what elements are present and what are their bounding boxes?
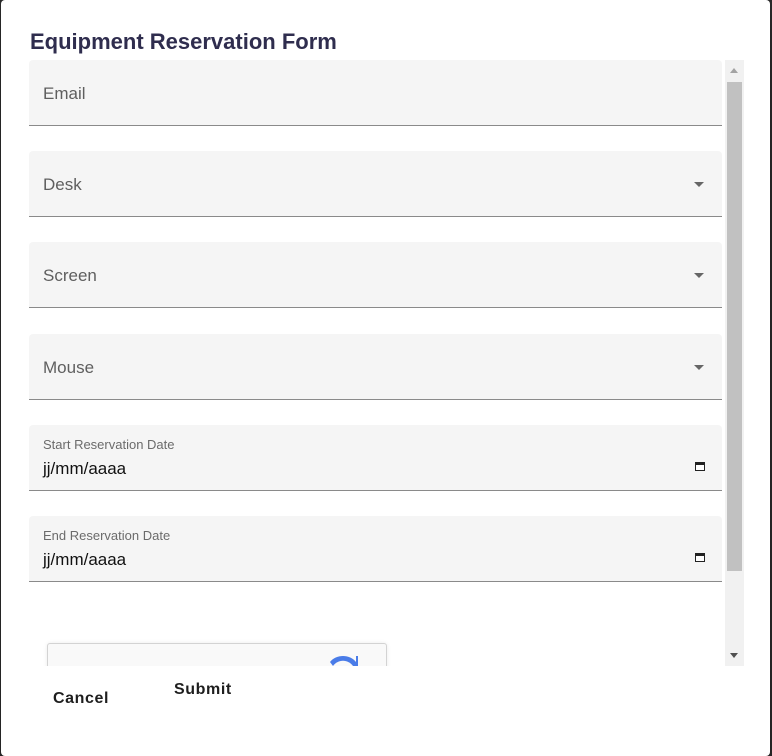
desk-select[interactable]: Desk — [29, 151, 722, 217]
start-date-label: Start Reservation Date — [43, 437, 175, 452]
end-date-input[interactable]: jj/mm/aaaa — [43, 550, 126, 570]
end-date-label: End Reservation Date — [43, 528, 171, 543]
dialog-title: Equipment Reservation Form — [30, 29, 337, 54]
submit-button[interactable]: Submit — [174, 681, 232, 699]
email-label: Email — [43, 84, 86, 103]
desk-label: Desk — [43, 175, 82, 194]
screen-label: Screen — [43, 266, 97, 285]
reservation-dialog: Equipment Reservation Form Email Desk Sc… — [1, 0, 770, 756]
calendar-icon[interactable] — [695, 553, 705, 562]
scroll-up-arrow-icon[interactable] — [730, 68, 738, 73]
dropdown-arrow-icon — [694, 273, 704, 278]
calendar-icon[interactable] — [695, 462, 705, 471]
dropdown-arrow-icon — [694, 365, 704, 370]
form-content[interactable]: Email Desk Screen Mouse Start Reservatio… — [29, 60, 744, 666]
email-field[interactable]: Email — [29, 60, 722, 126]
start-date-field[interactable]: Start Reservation Date jj/mm/aaaa — [29, 425, 722, 491]
dropdown-arrow-icon — [694, 182, 704, 187]
recaptcha-logo-icon — [330, 656, 358, 666]
scroll-thumb[interactable] — [727, 82, 742, 571]
scroll-down-arrow-icon[interactable] — [730, 653, 738, 658]
form-scrollbar[interactable] — [725, 60, 744, 666]
start-date-input[interactable]: jj/mm/aaaa — [43, 459, 126, 479]
cancel-button[interactable]: Cancel — [53, 690, 109, 708]
screen-select[interactable]: Screen — [29, 242, 722, 308]
mouse-select[interactable]: Mouse — [29, 334, 722, 400]
end-date-field[interactable]: End Reservation Date jj/mm/aaaa — [29, 516, 722, 582]
mouse-label: Mouse — [43, 358, 95, 377]
recaptcha-widget[interactable] — [47, 643, 387, 666]
